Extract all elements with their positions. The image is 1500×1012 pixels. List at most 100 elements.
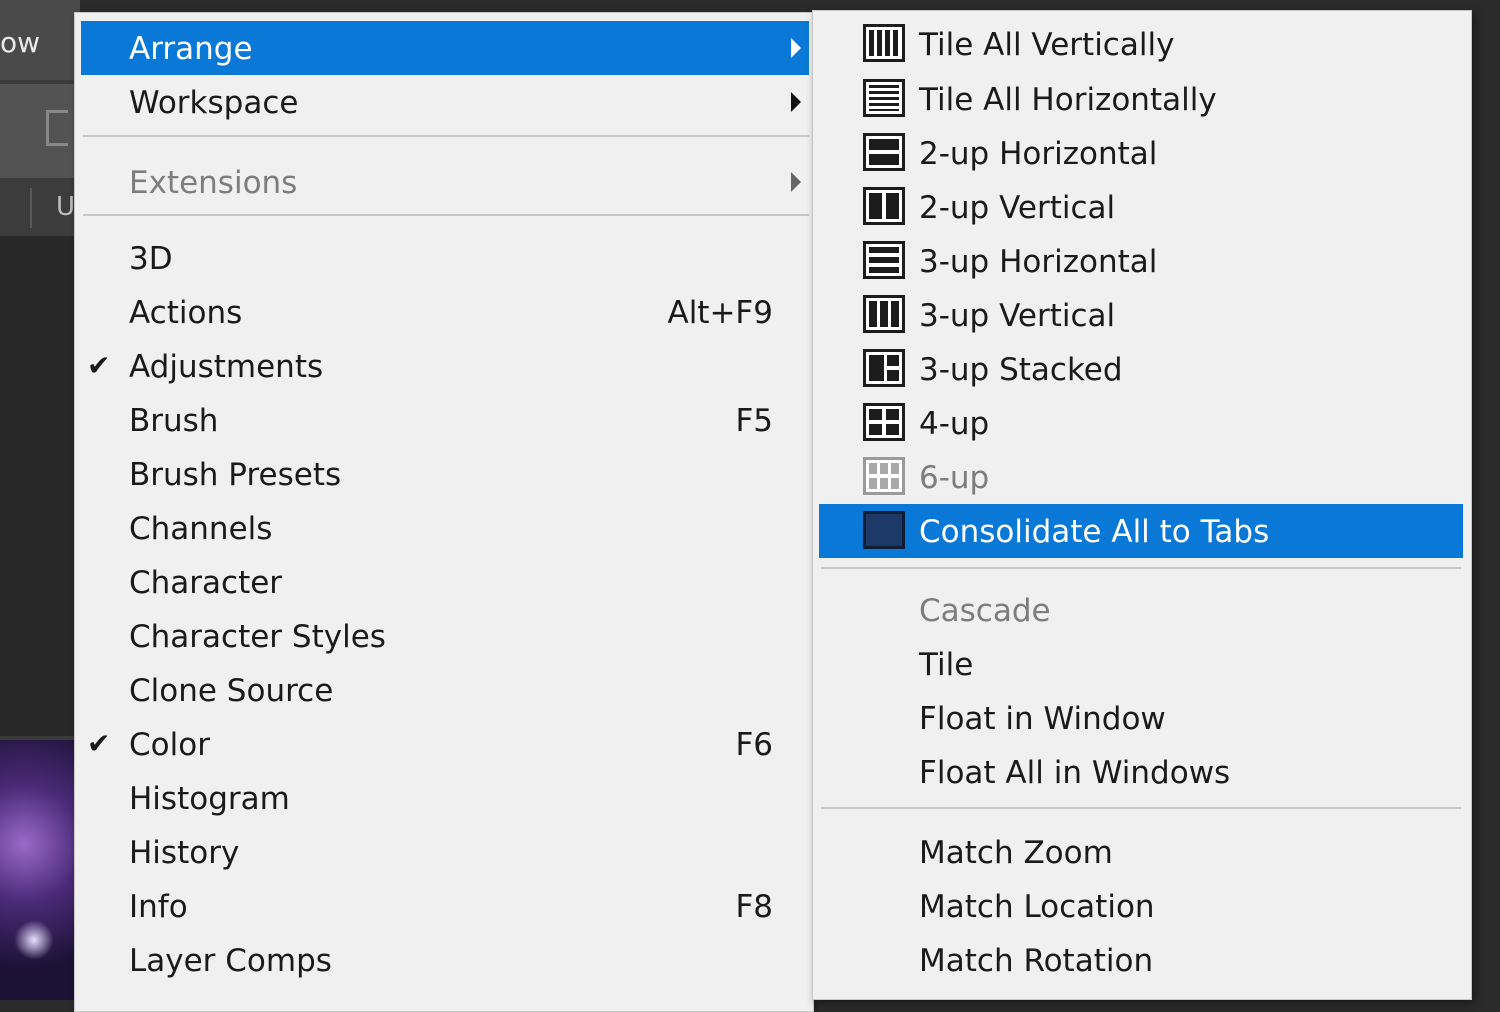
menu-item-label: Workspace: [129, 85, 299, 121]
submenu-item-label: Float in Window: [919, 701, 1166, 737]
checkmark-icon: ✔: [87, 727, 111, 760]
submenu-arrow-icon: [791, 92, 801, 112]
submenu-item-label: 2-up Vertical: [919, 190, 1116, 226]
submenu-item-label: Consolidate All to Tabs: [919, 514, 1270, 550]
four-up-icon: [863, 403, 905, 441]
menu-item-label: Adjustments: [129, 349, 324, 385]
submenu-item-4-up[interactable]: 4-up: [819, 396, 1463, 450]
menu-item-clone-source[interactable]: Clone Source: [81, 663, 809, 717]
window-menu-title[interactable]: ow: [0, 26, 40, 59]
menu-item-label: Extensions: [129, 165, 298, 201]
tile-all-horizontally-icon: [863, 79, 905, 117]
panel-toggle-icon[interactable]: [46, 110, 68, 146]
three-up-vertical-icon: [863, 295, 905, 333]
tile-all-vertically-icon: [863, 24, 905, 62]
menu-item-extensions[interactable]: Extensions: [81, 155, 809, 209]
menu-item-label: Character Styles: [129, 619, 386, 655]
two-up-horizontal-icon: [863, 133, 905, 171]
menu-item-workspace[interactable]: Workspace: [81, 75, 809, 129]
submenu-item-label: Cascade: [919, 593, 1051, 629]
submenu-arrow-icon: [791, 38, 801, 58]
menu-item-shortcut: F8: [735, 889, 773, 925]
arrange-submenu: Tile All Vertically Tile All Horizontall…: [812, 10, 1472, 1000]
menu-item-histogram[interactable]: Histogram: [81, 771, 809, 825]
submenu-separator: [821, 807, 1461, 809]
menu-item-info[interactable]: Info F8: [81, 879, 809, 933]
submenu-item-label: Tile All Horizontally: [919, 82, 1217, 118]
two-up-vertical-icon: [863, 187, 905, 225]
six-up-icon: [863, 457, 905, 495]
submenu-item-label: Tile: [919, 647, 974, 683]
window-menu: Arrange Workspace Extensions 3D Actions …: [74, 12, 814, 1012]
submenu-item-match-location[interactable]: Match Location: [819, 879, 1463, 933]
menu-item-adjustments[interactable]: ✔ Adjustments: [81, 339, 809, 393]
menu-separator: [83, 135, 809, 137]
submenu-item-match-zoom[interactable]: Match Zoom: [819, 825, 1463, 879]
menu-item-label: Character: [129, 565, 283, 601]
submenu-arrow-icon: [791, 172, 801, 192]
menu-item-channels[interactable]: Channels: [81, 501, 809, 555]
menu-item-brush-presets[interactable]: Brush Presets: [81, 447, 809, 501]
menu-item-arrange[interactable]: Arrange: [81, 21, 809, 75]
submenu-item-float-in-window[interactable]: Float in Window: [819, 691, 1463, 745]
submenu-item-cascade[interactable]: Cascade: [819, 583, 1463, 637]
app-menu-bar: ow: [0, 0, 80, 80]
submenu-item-label: Match Location: [919, 889, 1155, 925]
submenu-item-label: Float All in Windows: [919, 755, 1231, 791]
menu-item-label: Histogram: [129, 781, 290, 817]
menu-item-label: Brush: [129, 403, 219, 439]
submenu-item-tile-all-vertically[interactable]: Tile All Vertically: [819, 17, 1463, 71]
menu-item-character[interactable]: Character: [81, 555, 809, 609]
menu-item-color[interactable]: ✔ Color F6: [81, 717, 809, 771]
consolidate-tabs-icon: [863, 511, 905, 549]
menu-item-shortcut: F6: [735, 727, 773, 763]
menu-item-character-styles[interactable]: Character Styles: [81, 609, 809, 663]
three-up-stacked-icon: [863, 349, 905, 387]
menu-item-label: Color: [129, 727, 210, 763]
submenu-item-3-up-horizontal[interactable]: 3-up Horizontal: [819, 234, 1463, 288]
document-tab-label[interactable]: U: [56, 192, 75, 222]
menu-item-label: Brush Presets: [129, 457, 342, 493]
submenu-item-label: Match Zoom: [919, 835, 1113, 871]
submenu-item-consolidate-all-to-tabs[interactable]: Consolidate All to Tabs: [819, 504, 1463, 558]
menu-item-label: Info: [129, 889, 188, 925]
canvas-area: [0, 236, 80, 736]
submenu-item-label: 3-up Stacked: [919, 352, 1123, 388]
submenu-item-label: 3-up Vertical: [919, 298, 1116, 334]
options-bar: [0, 84, 80, 178]
menu-item-3d[interactable]: 3D: [81, 231, 809, 285]
tab-divider: [30, 188, 32, 228]
submenu-item-float-all-in-windows[interactable]: Float All in Windows: [819, 745, 1463, 799]
submenu-item-label: 6-up: [919, 460, 990, 496]
menu-item-brush[interactable]: Brush F5: [81, 393, 809, 447]
submenu-item-6-up[interactable]: 6-up: [819, 450, 1463, 504]
submenu-item-label: 3-up Horizontal: [919, 244, 1158, 280]
submenu-item-2-up-vertical[interactable]: 2-up Vertical: [819, 180, 1463, 234]
checkmark-icon: ✔: [87, 349, 111, 382]
submenu-item-label: Match Rotation: [919, 943, 1154, 979]
menu-item-label: 3D: [129, 241, 173, 277]
menu-item-label: Clone Source: [129, 673, 334, 709]
document-photo: [0, 740, 80, 1000]
submenu-item-label: Tile All Vertically: [919, 27, 1175, 63]
menu-item-shortcut: Alt+F9: [667, 295, 773, 331]
submenu-item-label: 4-up: [919, 406, 990, 442]
submenu-item-tile-all-horizontally[interactable]: Tile All Horizontally: [819, 72, 1463, 126]
menu-item-label: Arrange: [129, 31, 253, 67]
menu-item-label: Channels: [129, 511, 273, 547]
menu-separator: [83, 214, 809, 216]
submenu-item-2-up-horizontal[interactable]: 2-up Horizontal: [819, 126, 1463, 180]
submenu-item-tile[interactable]: Tile: [819, 637, 1463, 691]
menu-item-layer-comps[interactable]: Layer Comps: [81, 933, 809, 987]
menu-item-label: Layer Comps: [129, 943, 332, 979]
submenu-separator: [821, 567, 1461, 569]
submenu-item-match-rotation[interactable]: Match Rotation: [819, 933, 1463, 987]
menu-item-label: History: [129, 835, 240, 871]
menu-item-actions[interactable]: Actions Alt+F9: [81, 285, 809, 339]
submenu-item-3-up-stacked[interactable]: 3-up Stacked: [819, 342, 1463, 396]
three-up-horizontal-icon: [863, 241, 905, 279]
menu-item-shortcut: F5: [735, 403, 773, 439]
submenu-item-3-up-vertical[interactable]: 3-up Vertical: [819, 288, 1463, 342]
menu-item-history[interactable]: History: [81, 825, 809, 879]
submenu-item-label: 2-up Horizontal: [919, 136, 1158, 172]
